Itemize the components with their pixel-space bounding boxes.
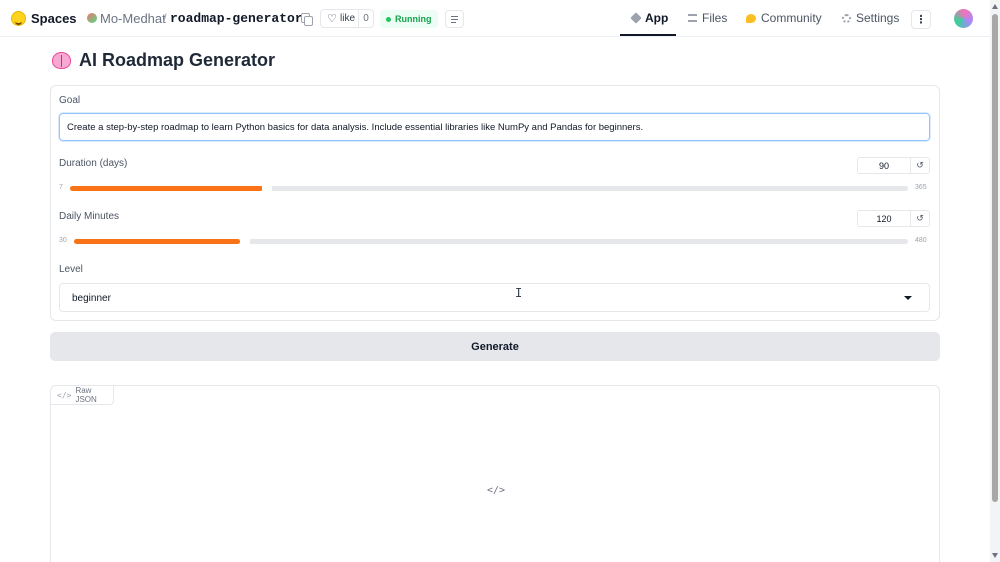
menu-icon[interactable] — [445, 10, 464, 28]
page-title: AI Roadmap Generator — [52, 50, 275, 71]
app-icon — [630, 12, 642, 24]
more-options-button[interactable]: ⋮ — [911, 10, 931, 29]
duration-number-input[interactable]: 90 — [857, 157, 911, 174]
goal-input[interactable]: Create a step-by-step roadmap to learn P… — [59, 113, 930, 141]
status-badge: Running — [380, 10, 438, 28]
active-tab-indicator — [620, 34, 676, 36]
output-panel — [50, 385, 940, 562]
daily-minutes-number-input[interactable]: 120 — [857, 210, 911, 227]
owner-link[interactable]: Mo-Medhat — [100, 11, 166, 26]
top-bar: Spaces Mo-Medhat / roadmap-generator ♡ l… — [0, 0, 990, 37]
daily-minutes-slider-fill — [74, 239, 240, 244]
user-avatar[interactable] — [954, 9, 973, 28]
raw-json-label: Raw JSON — [75, 386, 97, 404]
level-label: Level — [59, 264, 83, 275]
repo-name[interactable]: roadmap-generator — [170, 11, 303, 26]
copy-icon[interactable] — [301, 13, 313, 26]
daily-minutes-label: Daily Minutes — [59, 211, 120, 222]
breadcrumb-separator: / — [163, 11, 167, 26]
scroll-thumb[interactable] — [992, 14, 998, 502]
tab-app[interactable]: App — [630, 11, 669, 25]
scroll-down-icon[interactable] — [992, 553, 998, 558]
like-button[interactable]: ♡ like 0 — [320, 9, 374, 28]
status-label: Running — [395, 14, 432, 24]
generate-button[interactable]: Generate — [50, 332, 940, 361]
goal-label: Goal — [59, 95, 81, 106]
daily-minutes-reset-icon[interactable]: ↺ — [911, 210, 930, 227]
daily-minutes-slider-thumb[interactable] — [240, 236, 250, 247]
raw-json-tab: </> Raw JSON — [50, 385, 114, 405]
tab-files[interactable]: Files — [688, 11, 727, 25]
duration-slider-thumb[interactable] — [262, 183, 272, 194]
level-dropdown[interactable]: beginner — [59, 283, 930, 312]
duration-reset-icon[interactable]: ↺ — [911, 157, 930, 174]
owner-avatar[interactable] — [87, 13, 97, 23]
tab-community[interactable]: Community — [746, 11, 822, 25]
tab-settings-label: Settings — [856, 11, 900, 25]
tab-files-label: Files — [702, 11, 728, 25]
code-icon: </> — [57, 390, 72, 400]
duration-min: 7 — [59, 184, 63, 191]
hf-logo-icon[interactable] — [11, 11, 26, 26]
duration-max: 365 — [915, 184, 927, 191]
brain-icon — [52, 52, 71, 69]
duration-slider-fill — [70, 186, 263, 191]
tab-settings[interactable]: Settings — [842, 11, 899, 25]
like-label: like — [340, 13, 356, 24]
tab-community-label: Community — [761, 11, 822, 25]
chevron-down-icon[interactable] — [904, 296, 912, 300]
heart-icon: ♡ — [327, 13, 337, 25]
daily-minutes-max: 480 — [915, 237, 927, 244]
page-scrollbar[interactable] — [990, 0, 1000, 562]
text-cursor-icon: I — [515, 286, 523, 300]
like-count: 0 — [358, 10, 373, 27]
settings-icon — [842, 13, 851, 23]
json-placeholder-code-icon: </> — [487, 485, 506, 496]
scroll-up-icon[interactable] — [992, 4, 998, 9]
duration-label: Duration (days) — [59, 158, 128, 169]
daily-minutes-min: 30 — [59, 237, 67, 244]
community-icon — [746, 13, 756, 23]
status-dot-icon — [386, 16, 391, 22]
spaces-link[interactable]: Spaces — [31, 11, 77, 26]
files-icon — [688, 14, 697, 22]
page-title-text: AI Roadmap Generator — [79, 50, 276, 70]
tab-app-label: App — [645, 11, 669, 25]
